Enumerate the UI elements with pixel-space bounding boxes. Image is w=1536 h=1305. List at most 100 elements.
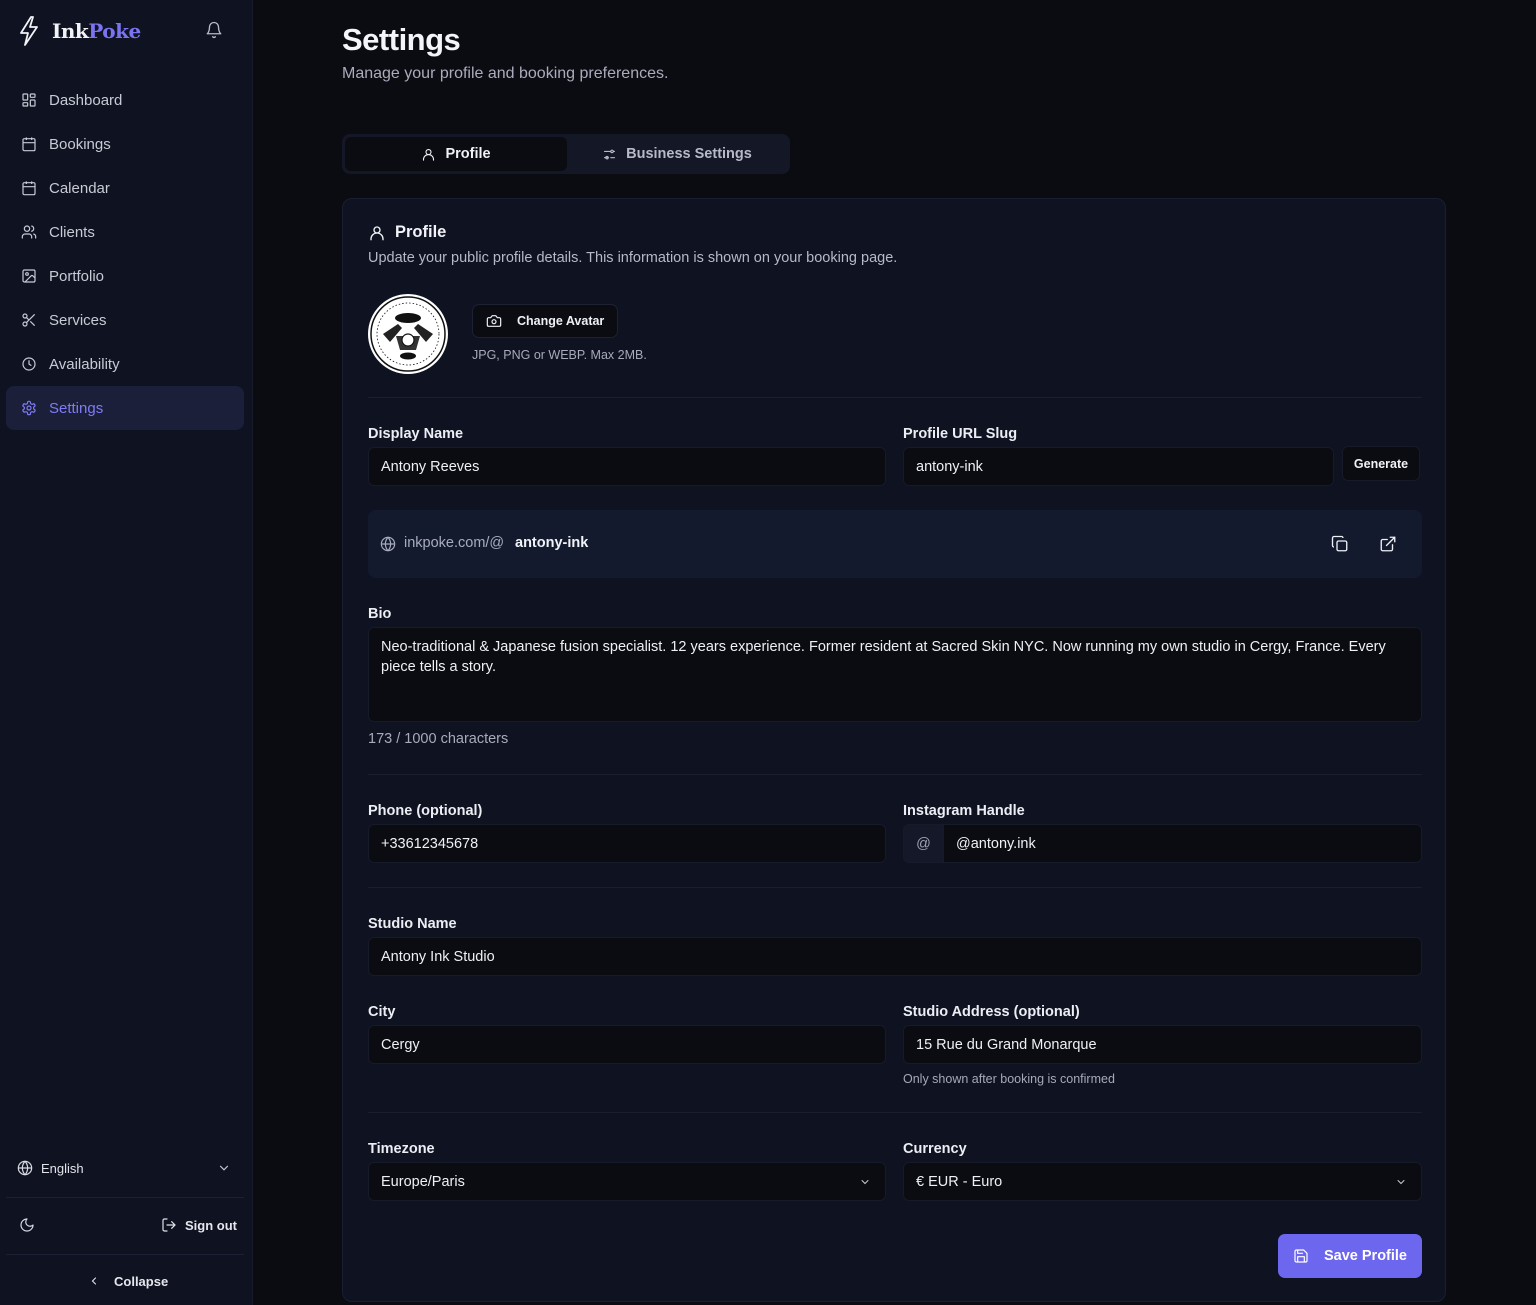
phone-label: Phone (optional) bbox=[368, 803, 483, 819]
sidebar-nav: Dashboard Bookings Calendar Clients Port… bbox=[6, 78, 244, 430]
sidebar-item-label: Availability bbox=[49, 355, 120, 373]
sidebar-item-label: Services bbox=[49, 311, 107, 329]
bell-icon[interactable] bbox=[205, 21, 223, 39]
card-title: Profile bbox=[368, 223, 446, 242]
avatar bbox=[368, 294, 448, 374]
sidebar-item-bookings[interactable]: Bookings bbox=[6, 122, 244, 166]
city-label: City bbox=[368, 1004, 396, 1020]
instagram-input[interactable]: @antony.ink bbox=[943, 824, 1422, 863]
page-title: Settings bbox=[342, 22, 461, 57]
copy-icon[interactable] bbox=[1331, 535, 1349, 553]
external-link-icon[interactable] bbox=[1379, 535, 1397, 553]
user-icon bbox=[370, 225, 384, 240]
card-description: Update your public profile details. This… bbox=[368, 250, 898, 266]
change-avatar-label: Change Avatar bbox=[517, 314, 605, 328]
display-name-label: Display Name bbox=[368, 426, 464, 442]
sliders-icon bbox=[604, 149, 616, 159]
brand-logo[interactable]: InkPoke bbox=[18, 14, 141, 48]
bolt-icon bbox=[20, 16, 38, 46]
sidebar-divider bbox=[6, 1254, 244, 1255]
studio-name-input[interactable]: Antony Ink Studio bbox=[368, 937, 1422, 976]
sidebar-item-label: Portfolio bbox=[49, 267, 105, 285]
tab-profile[interactable]: Profile bbox=[345, 137, 567, 171]
sidebar-item-clients[interactable]: Clients bbox=[6, 210, 244, 254]
profile-card: Profile Update your public profile detai… bbox=[342, 198, 1446, 1302]
avatar-hint: JPG, PNG or WEBP. Max 2MB. bbox=[472, 348, 647, 362]
gear-icon bbox=[22, 400, 36, 416]
url-slug: antony-ink bbox=[515, 535, 589, 551]
users-icon bbox=[21, 225, 37, 239]
card-title-text: Profile bbox=[395, 223, 447, 241]
bio-label: Bio bbox=[368, 606, 392, 622]
sign-out-label: Sign out bbox=[185, 1217, 237, 1233]
divider bbox=[368, 774, 1422, 775]
studio-name-label: Studio Name bbox=[368, 916, 457, 932]
instagram-at-prefix: @ bbox=[903, 824, 943, 863]
sidebar-item-availability[interactable]: Availability bbox=[6, 342, 244, 386]
sidebar-item-label: Dashboard bbox=[49, 91, 123, 109]
image-icon bbox=[22, 269, 36, 283]
bio-textarea[interactable]: Neo-traditional & Japanese fusion specia… bbox=[368, 627, 1422, 722]
brand-name: InkPoke bbox=[52, 19, 141, 43]
tab-label: Business Settings bbox=[626, 146, 752, 162]
chevron-down-icon bbox=[219, 1165, 229, 1171]
slug-input[interactable]: antony-ink bbox=[903, 447, 1334, 486]
city-input[interactable]: Cergy bbox=[368, 1025, 886, 1064]
address-label: Studio Address (optional) bbox=[903, 1004, 1080, 1020]
url-prefix: inkpoke.com/@ bbox=[404, 535, 505, 551]
timezone-select[interactable]: Europe/Paris bbox=[368, 1162, 886, 1201]
camera-icon bbox=[486, 315, 502, 327]
language-label: English bbox=[41, 1160, 84, 1176]
currency-label: Currency bbox=[903, 1141, 967, 1157]
chevron-down-icon bbox=[861, 1180, 869, 1185]
page-subtitle: Manage your profile and booking preferen… bbox=[342, 65, 669, 82]
moon-icon[interactable] bbox=[19, 1217, 35, 1233]
log-out-icon bbox=[162, 1218, 176, 1232]
save-profile-button[interactable]: Save Profile bbox=[1278, 1234, 1422, 1278]
sidebar-item-calendar[interactable]: Calendar bbox=[6, 166, 244, 210]
change-avatar-button[interactable]: Change Avatar bbox=[472, 304, 619, 338]
divider bbox=[368, 887, 1422, 888]
sidebar-item-label: Clients bbox=[49, 223, 95, 241]
tattoo-studio-logo bbox=[370, 296, 446, 372]
save-profile-label: Save Profile bbox=[1323, 1248, 1407, 1264]
instagram-label: Instagram Handle bbox=[903, 803, 1025, 819]
generate-slug-button[interactable]: Generate bbox=[1342, 446, 1420, 481]
globe-icon bbox=[17, 1160, 33, 1176]
profile-url-preview: inkpoke.com/@ antony-ink bbox=[368, 510, 1422, 578]
sidebar-item-portfolio[interactable]: Portfolio bbox=[6, 254, 244, 298]
chevron-left-icon bbox=[91, 1277, 97, 1285]
clock-icon bbox=[22, 357, 36, 371]
user-icon bbox=[423, 148, 435, 161]
settings-tabs: Profile Business Settings bbox=[342, 134, 790, 174]
globe-icon bbox=[380, 536, 396, 552]
currency-value: € EUR - Euro bbox=[916, 1173, 1003, 1190]
sign-out-button[interactable]: Sign out bbox=[161, 1214, 237, 1236]
sidebar-item-settings[interactable]: Settings bbox=[6, 386, 244, 430]
bio-character-count: 173 / 1000 characters bbox=[368, 731, 509, 747]
calendar-grid-icon bbox=[22, 137, 36, 152]
sidebar-item-label: Settings bbox=[49, 399, 104, 417]
sidebar-item-dashboard[interactable]: Dashboard bbox=[6, 78, 244, 122]
language-select[interactable]: English bbox=[17, 1155, 237, 1181]
phone-input[interactable]: +33612345678 bbox=[368, 824, 886, 863]
divider bbox=[368, 397, 1422, 398]
collapse-label: Collapse bbox=[114, 1273, 169, 1289]
tab-business-settings[interactable]: Business Settings bbox=[567, 137, 787, 171]
divider bbox=[368, 1112, 1422, 1113]
sidebar-divider bbox=[6, 1197, 244, 1198]
timezone-label: Timezone bbox=[368, 1141, 435, 1157]
scissors-icon bbox=[22, 313, 35, 327]
grid-icon bbox=[22, 93, 36, 107]
tab-label: Profile bbox=[445, 146, 491, 162]
save-icon bbox=[1294, 1249, 1308, 1263]
calendar-icon bbox=[22, 181, 36, 196]
chevron-down-icon bbox=[1397, 1180, 1405, 1185]
display-name-input[interactable]: Antony Reeves bbox=[368, 447, 886, 486]
sidebar: InkPoke Dashboard Bookings Calendar Clie… bbox=[0, 0, 253, 1305]
collapse-button[interactable]: Collapse bbox=[88, 1270, 168, 1292]
slug-label: Profile URL Slug bbox=[903, 426, 1018, 442]
currency-select[interactable]: € EUR - Euro bbox=[903, 1162, 1422, 1201]
sidebar-item-services[interactable]: Services bbox=[6, 298, 244, 342]
address-input[interactable]: 15 Rue du Grand Monarque bbox=[903, 1025, 1422, 1064]
